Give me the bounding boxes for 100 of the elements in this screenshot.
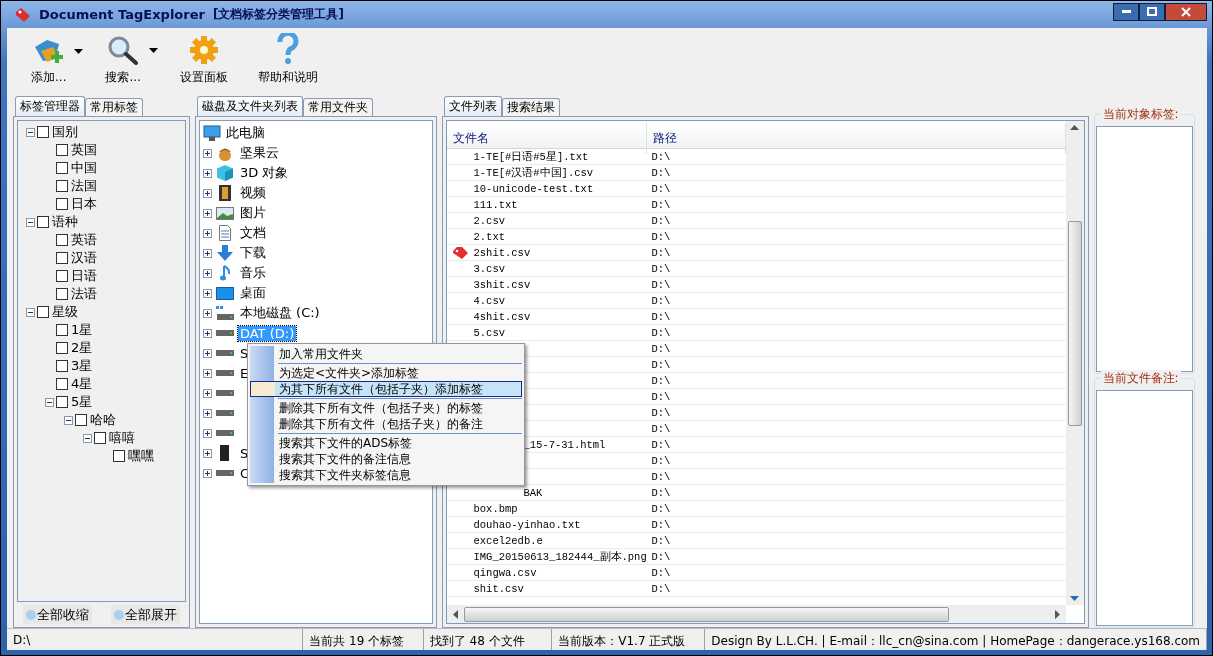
file-name[interactable]: IMG_20150613_182444_副本.png <box>473 549 647 564</box>
expand-icon[interactable] <box>202 448 212 458</box>
tree-item[interactable]: 哈哈 <box>89 411 117 429</box>
expand-icon[interactable] <box>202 268 212 278</box>
tree-item[interactable]: 日本 <box>70 195 98 213</box>
file-name[interactable]: 2shit.csv <box>473 246 531 259</box>
menu-item[interactable]: 删除其下所有文件（包括子夹）的标签 <box>249 400 522 416</box>
tab[interactable]: 标签管理器 <box>15 96 85 116</box>
notes-field[interactable] <box>1095 390 1193 626</box>
checkbox[interactable] <box>56 396 68 408</box>
tree-item[interactable]: 嘿嘿 <box>127 447 155 465</box>
expand-icon[interactable] <box>202 388 212 398</box>
file-name[interactable]: excel2edb.e <box>473 534 543 547</box>
scroll-right-icon[interactable] <box>1054 609 1060 619</box>
tree-item[interactable]: 英国 <box>70 141 98 159</box>
menu-item[interactable]: 删除其下所有文件（包括子夹）的备注 <box>249 416 522 432</box>
file-name[interactable]: 111.txt <box>473 198 518 211</box>
tree-item[interactable]: 音乐 <box>237 264 268 282</box>
tree-item[interactable]: 坚果云 <box>237 144 281 162</box>
horizontal-scrollbar[interactable] <box>447 605 1066 623</box>
file-name[interactable]: 3shit.csv <box>473 278 531 291</box>
tree-item[interactable]: 嘻嘻 <box>108 429 136 447</box>
checkbox[interactable] <box>56 180 68 192</box>
file-name[interactable]: 1-TE[#汉语#中国].csv <box>473 165 594 180</box>
tree-item[interactable]: 日语 <box>70 267 98 285</box>
tree-item[interactable]: 文档 <box>237 224 268 242</box>
expand-icon[interactable] <box>202 288 212 298</box>
collapse-icon[interactable] <box>26 127 35 137</box>
expand-icon[interactable] <box>202 468 212 478</box>
tree-item[interactable]: 国别 <box>51 123 79 141</box>
collapse-icon[interactable] <box>45 397 54 407</box>
expand-icon[interactable] <box>202 168 212 178</box>
toolbar-button[interactable]: 搜索... <box>97 35 149 86</box>
menu-item[interactable]: 为选定<文件夹>添加标签 <box>249 365 522 381</box>
expand-icon[interactable] <box>202 328 212 338</box>
file-name[interactable]: 3.csv <box>473 262 505 275</box>
toolbar-button[interactable]: 帮助和说明 <box>249 33 326 86</box>
file-name[interactable]: box.bmp <box>473 502 518 515</box>
expand-icon[interactable] <box>202 208 212 218</box>
tree-item[interactable]: 3星 <box>70 357 94 375</box>
minimize-button[interactable] <box>1113 2 1139 21</box>
checkbox[interactable] <box>56 378 68 390</box>
tree-item[interactable]: 法语 <box>70 285 98 303</box>
tree-item[interactable]: S <box>237 345 251 361</box>
collapse-icon[interactable] <box>26 307 35 317</box>
tab[interactable]: 搜索结果 <box>502 98 561 116</box>
scroll-up-icon[interactable] <box>1070 125 1080 130</box>
tree-item[interactable]: 1星 <box>70 321 94 339</box>
file-name[interactable]: _15-7-31.html <box>523 438 606 451</box>
checkbox[interactable] <box>56 162 68 174</box>
tree-item[interactable]: S <box>237 445 251 461</box>
checkbox[interactable] <box>56 198 68 210</box>
expand-icon[interactable] <box>202 428 212 438</box>
tree-item[interactable]: 中国 <box>70 159 98 177</box>
collapse-icon[interactable] <box>64 415 73 425</box>
checkbox[interactable] <box>113 450 125 462</box>
collapse-icon[interactable] <box>83 433 92 443</box>
expand-icon[interactable] <box>202 368 212 378</box>
expand-all-button[interactable]: 全部展开 <box>110 605 180 624</box>
scroll-left-icon[interactable] <box>453 609 459 619</box>
scroll-down-icon[interactable] <box>1070 596 1080 601</box>
file-name[interactable]: 2.csv <box>473 214 505 227</box>
expand-icon[interactable] <box>202 188 212 198</box>
tree-item[interactable]: 法国 <box>70 177 98 195</box>
expand-icon[interactable] <box>202 308 212 318</box>
vertical-scrollbar[interactable] <box>1065 121 1084 605</box>
menu-item[interactable]: 搜索其下文件的备注信息 <box>249 451 522 467</box>
close-button[interactable] <box>1165 2 1207 21</box>
tree-item[interactable]: 汉语 <box>70 249 98 267</box>
tags-field[interactable] <box>1095 126 1193 373</box>
checkbox[interactable] <box>56 288 68 300</box>
checkbox[interactable] <box>56 360 68 372</box>
tree-item[interactable]: 5星 <box>70 393 94 411</box>
tree-item[interactable]: 星级 <box>51 303 79 321</box>
tree-item[interactable]: 视频 <box>237 184 268 202</box>
toolbar-button[interactable]: 设置面板 <box>171 35 236 86</box>
file-name[interactable]: 4.csv <box>473 294 505 307</box>
checkbox[interactable] <box>56 234 68 246</box>
tree-item[interactable]: 图片 <box>237 204 268 222</box>
tree-item[interactable]: 4星 <box>70 375 94 393</box>
tree-item[interactable]: 语种 <box>51 213 79 231</box>
checkbox[interactable] <box>37 126 49 138</box>
checkbox[interactable] <box>56 144 68 156</box>
file-name[interactable]: qingwa.csv <box>473 566 537 579</box>
checkbox[interactable] <box>56 270 68 282</box>
tree-item[interactable]: 本地磁盘 (C:) <box>237 304 322 322</box>
checkbox[interactable] <box>37 306 49 318</box>
file-name[interactable]: douhao-yinhao.txt <box>473 518 581 531</box>
file-name[interactable]: 2.txt <box>473 230 505 243</box>
checkbox[interactable] <box>75 414 87 426</box>
checkbox[interactable] <box>56 342 68 354</box>
tab[interactable]: 常用文件夹 <box>302 98 373 116</box>
collapse-all-button[interactable]: 全部收缩 <box>23 605 92 624</box>
checkbox[interactable] <box>37 216 49 228</box>
tree-item[interactable]: 此电脑 <box>224 124 266 142</box>
caret-icon[interactable] <box>148 48 158 53</box>
tree-item[interactable]: E <box>237 365 251 381</box>
file-name[interactable]: 5.csv <box>473 326 505 339</box>
collapse-icon[interactable] <box>26 217 35 227</box>
expand-icon[interactable] <box>202 248 212 258</box>
